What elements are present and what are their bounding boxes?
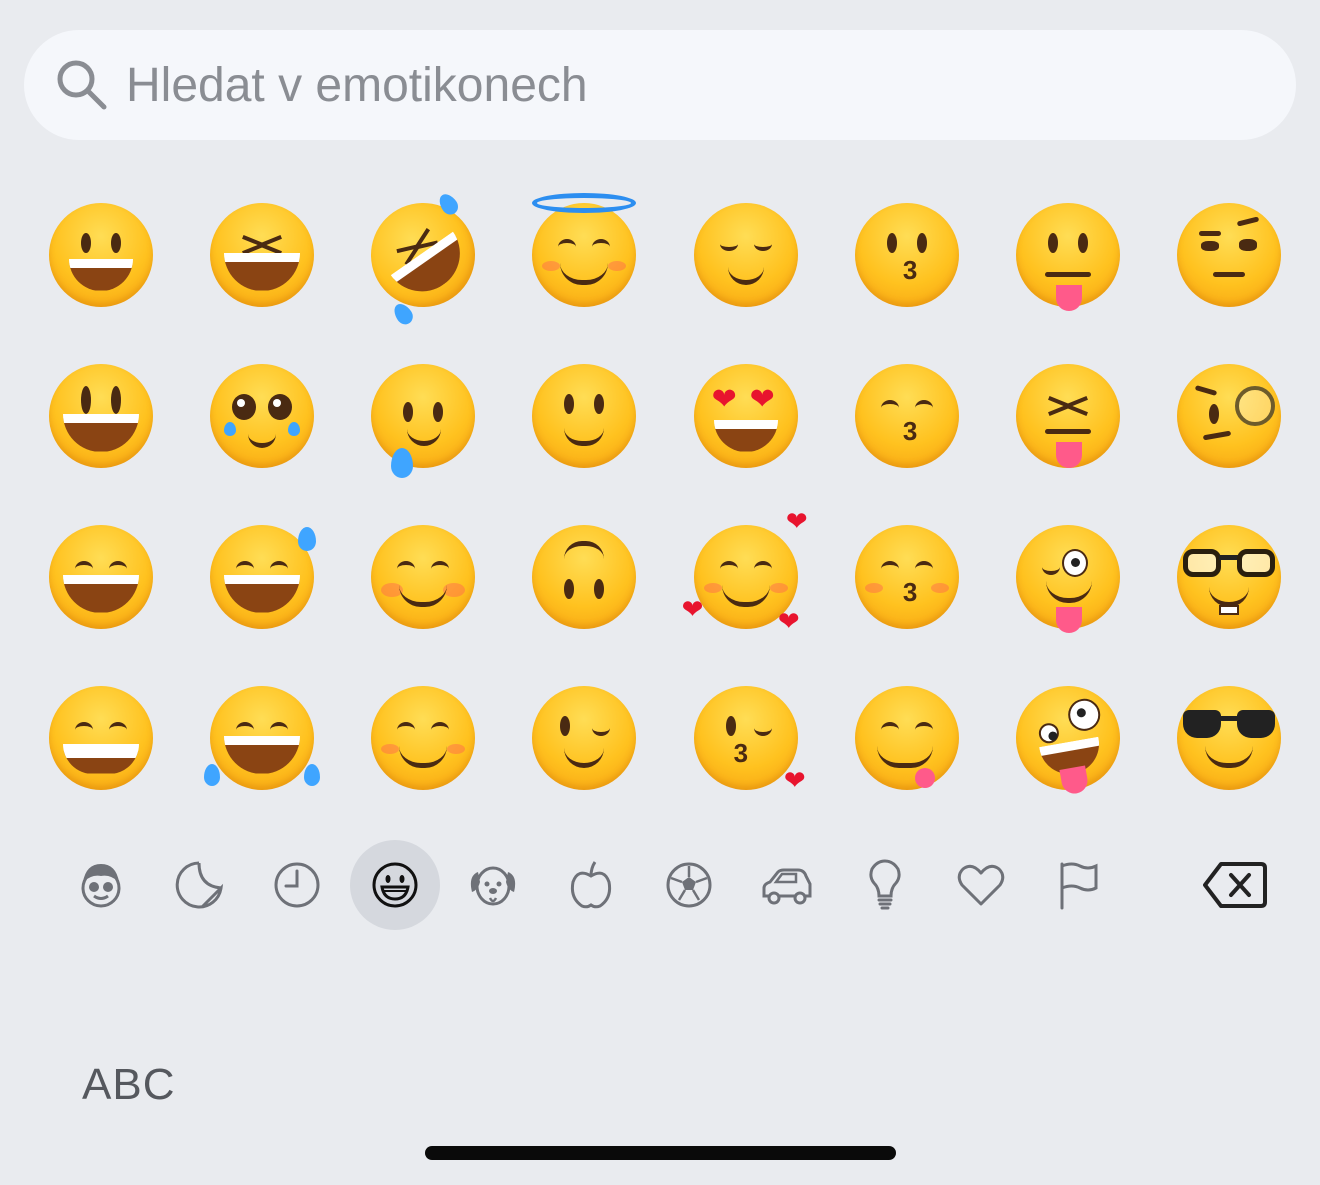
- emoji-pleading-face[interactable]: [181, 335, 342, 496]
- emoji-upside-down-face[interactable]: [504, 496, 665, 657]
- emoji-grinning-face-with-big-eyes[interactable]: [20, 335, 181, 496]
- emoji-winking-face-with-tongue[interactable]: [988, 496, 1149, 657]
- emoji-smiling-face[interactable]: [343, 496, 504, 657]
- category-food[interactable]: [546, 840, 636, 930]
- category-symbols[interactable]: [936, 840, 1026, 930]
- emoji-squinting-face-with-tongue[interactable]: [988, 335, 1149, 496]
- category-flags[interactable]: [1034, 840, 1124, 930]
- emoji-face-with-raised-eyebrow[interactable]: [1149, 174, 1310, 335]
- memoji-icon: [81, 864, 121, 908]
- emoji-smiling-face-with-sunglasses[interactable]: [1149, 657, 1310, 818]
- emoji-kissing-face[interactable]: 3: [826, 174, 987, 335]
- emoji-row: 3: [20, 174, 1310, 335]
- emoji-face-savoring-food[interactable]: [826, 657, 987, 818]
- category-travel[interactable]: [742, 840, 832, 930]
- emoji-winking-face[interactable]: [504, 657, 665, 818]
- objects-bulb-icon: [869, 859, 901, 910]
- abc-keyboard-switch[interactable]: ABC: [82, 1060, 175, 1110]
- backspace-button[interactable]: [1190, 840, 1280, 930]
- emoji-face-blowing-a-kiss[interactable]: 3 ❤: [665, 657, 826, 818]
- emoji-smiling-face-with-heart-eyes[interactable]: [665, 335, 826, 496]
- category-smileys[interactable]: [350, 840, 440, 930]
- emoji-category-bar: [0, 840, 1320, 930]
- travel-car-icon: [762, 868, 812, 905]
- emoji-kissing-face-with-smiling-eyes[interactable]: 3: [826, 335, 987, 496]
- emoji-face-with-monocle[interactable]: [1149, 335, 1310, 496]
- sticker-icon: [175, 861, 224, 909]
- emoji-rolling-on-floor-laughing[interactable]: [343, 174, 504, 335]
- emoji-face-with-tongue[interactable]: [988, 174, 1149, 335]
- emoji-zany-face[interactable]: [988, 657, 1149, 818]
- category-objects[interactable]: [840, 840, 930, 930]
- emoji-grinning-squinting-face[interactable]: [181, 174, 342, 335]
- category-activity[interactable]: [644, 840, 734, 930]
- emoji-smiling-face-with-hearts[interactable]: ❤ ❤ ❤: [665, 496, 826, 657]
- emoji-row: 3 ❤: [20, 657, 1310, 818]
- flags-icon: [1060, 862, 1098, 910]
- emoji-face-with-tears-of-joy[interactable]: [181, 657, 342, 818]
- emoji-row: ❤ ❤ ❤ 3: [20, 496, 1310, 657]
- emoji-slightly-smiling-face[interactable]: [504, 335, 665, 496]
- activity-ball-icon: [666, 862, 712, 908]
- food-apple-icon: [570, 861, 612, 909]
- emoji-face-holding-back-tears[interactable]: [343, 335, 504, 496]
- emoji-smiling-face-with-halo[interactable]: [504, 174, 665, 335]
- emoji-search-input[interactable]: [126, 57, 1226, 113]
- emoji-grinning-face-with-smiling-eyes[interactable]: [20, 496, 181, 657]
- category-animals[interactable]: [448, 840, 538, 930]
- emoji-relieved-face[interactable]: [665, 174, 826, 335]
- emoji-smiling-face-with-smiling-eyes[interactable]: [343, 657, 504, 818]
- search-icon: [57, 60, 107, 110]
- category-memoji[interactable]: [56, 840, 146, 930]
- symbols-heart-icon: [957, 864, 1005, 906]
- home-indicator[interactable]: [425, 1146, 896, 1160]
- emoji-beaming-face-with-smiling-eyes[interactable]: [20, 657, 181, 818]
- category-stickers[interactable]: [154, 840, 244, 930]
- emoji-grinning-face[interactable]: [20, 174, 181, 335]
- emoji-nerd-face[interactable]: [1149, 496, 1310, 657]
- emoji-search-bar[interactable]: [24, 30, 1296, 140]
- emoji-grid: 3 3: [20, 174, 1310, 818]
- emoji-kissing-face-with-closed-eyes[interactable]: 3: [826, 496, 987, 657]
- recent-clock-icon: [274, 862, 320, 908]
- category-recent[interactable]: [252, 840, 342, 930]
- backspace-icon: [1203, 862, 1267, 908]
- smileys-icon: [372, 862, 418, 908]
- emoji-row: 3: [20, 335, 1310, 496]
- animals-icon: [470, 866, 516, 906]
- emoji-grinning-face-with-sweat[interactable]: [181, 496, 342, 657]
